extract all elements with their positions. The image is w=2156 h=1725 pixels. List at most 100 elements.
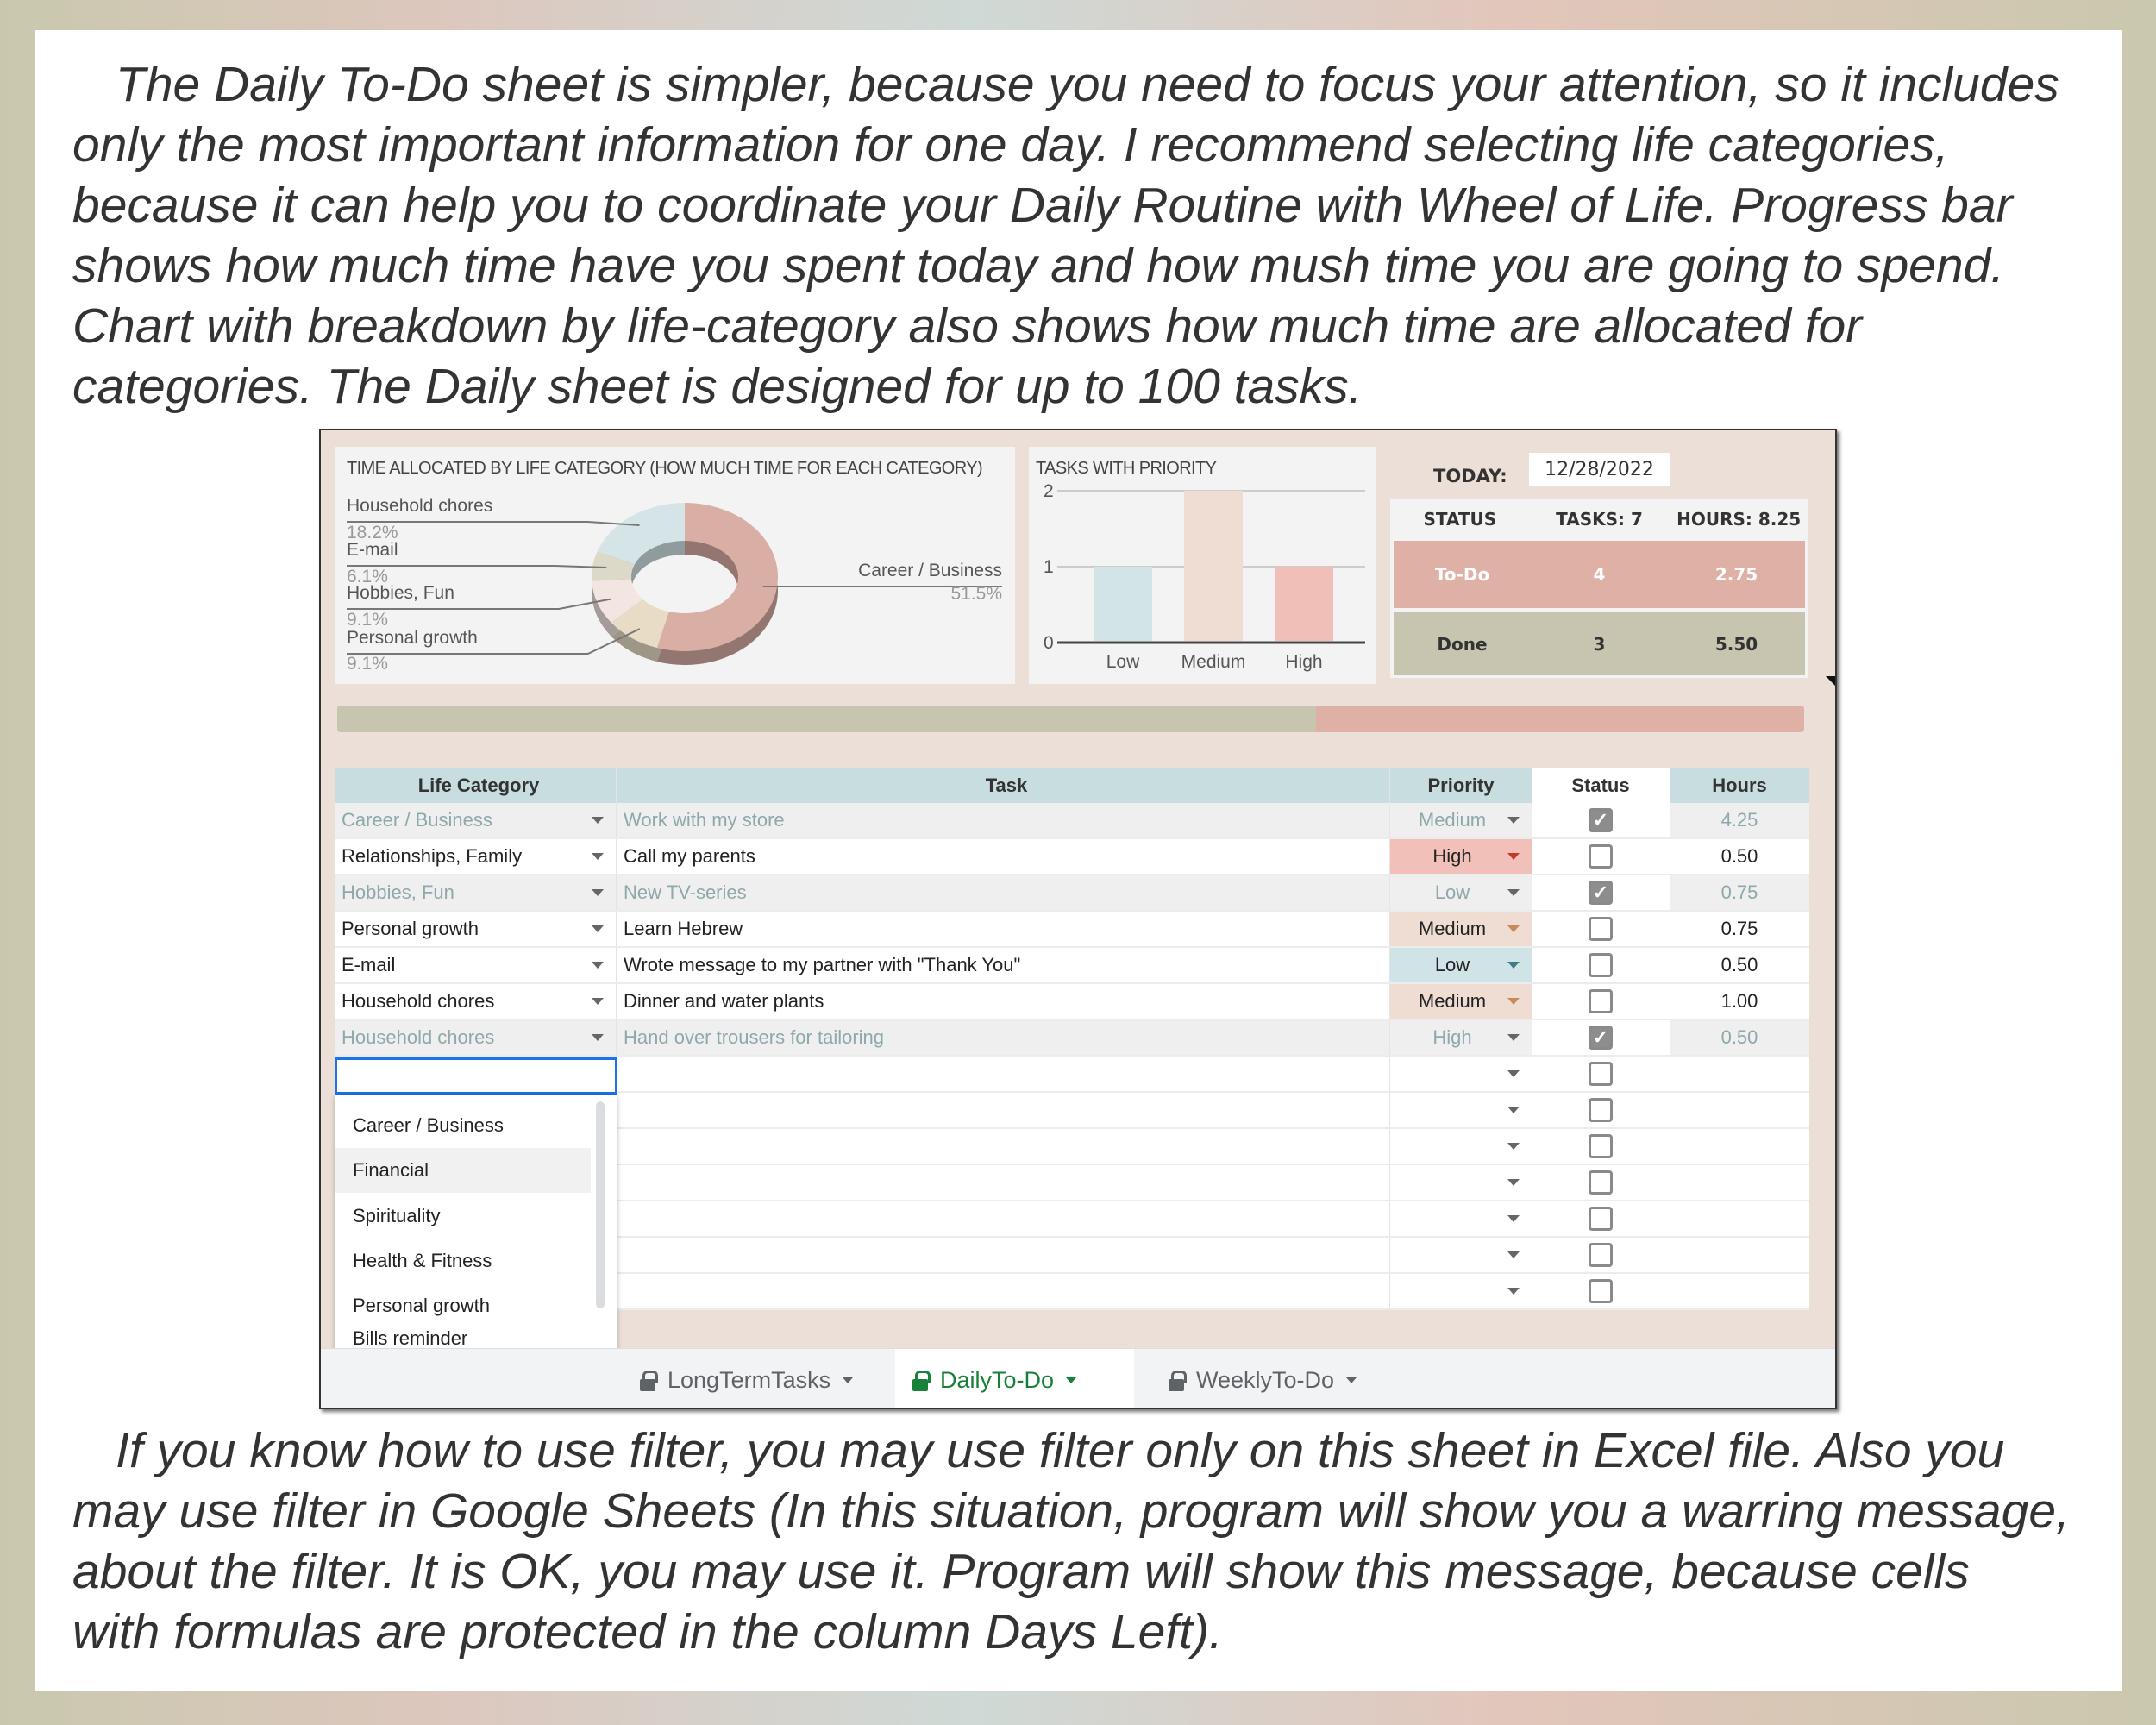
hours-cell[interactable]: [1670, 1274, 1809, 1308]
task-cell[interactable]: New TV-series: [617, 875, 1390, 910]
tab-menu-arrow-icon[interactable]: [843, 1377, 854, 1383]
status-checkbox[interactable]: [1589, 917, 1613, 941]
tab-menu-arrow-icon[interactable]: [1346, 1377, 1357, 1383]
dropdown-arrow-icon[interactable]: [592, 817, 604, 824]
column-header[interactable]: Life Category: [335, 768, 617, 803]
hours-cell[interactable]: 0.50: [1670, 839, 1809, 874]
status-checkbox[interactable]: [1589, 989, 1613, 1013]
column-header[interactable]: Priority: [1390, 768, 1532, 803]
dropdown-arrow-icon[interactable]: [1507, 1179, 1520, 1186]
status-checkbox[interactable]: [1589, 1098, 1613, 1122]
task-cell[interactable]: [617, 1057, 1390, 1091]
status-checkbox[interactable]: [1589, 953, 1613, 977]
category-cell[interactable]: Relationships, Family: [335, 839, 617, 874]
hours-cell[interactable]: [1670, 1238, 1809, 1272]
dropdown-scrollbar[interactable]: [596, 1101, 605, 1308]
category-cell[interactable]: Personal growth: [335, 912, 617, 946]
task-cell[interactable]: [617, 1201, 1390, 1236]
dropdown-arrow-icon[interactable]: [1507, 1143, 1520, 1150]
task-cell[interactable]: [617, 1274, 1390, 1308]
category-cell[interactable]: Hobbies, Fun: [335, 875, 617, 910]
column-header[interactable]: Task: [617, 768, 1390, 803]
status-checkbox[interactable]: ✓: [1589, 808, 1613, 832]
dropdown-arrow-icon[interactable]: [1507, 962, 1520, 969]
priority-cell[interactable]: Medium: [1390, 984, 1532, 1019]
task-cell[interactable]: [617, 1129, 1390, 1164]
dropdown-arrow-icon[interactable]: [1507, 1070, 1520, 1077]
hours-cell[interactable]: [1670, 1093, 1809, 1127]
hours-cell[interactable]: [1670, 1201, 1809, 1236]
priority-cell[interactable]: Low: [1390, 875, 1532, 910]
priority-cell[interactable]: [1390, 1129, 1532, 1164]
priority-cell[interactable]: Medium: [1390, 912, 1532, 946]
sheet-tab-longtermtasks[interactable]: LongTermTasks: [623, 1349, 881, 1408]
status-checkbox[interactable]: [1589, 1279, 1613, 1303]
dropdown-arrow-icon[interactable]: [592, 998, 604, 1005]
dropdown-arrow-icon[interactable]: [1507, 1288, 1520, 1295]
sheet-tab-dailyto-do[interactable]: DailyTo-Do: [895, 1349, 1134, 1408]
dropdown-option[interactable]: Financial: [335, 1148, 591, 1193]
task-cell[interactable]: Hand over trousers for tailoring: [617, 1020, 1390, 1055]
hours-cell[interactable]: 4.25: [1670, 803, 1809, 837]
dropdown-arrow-icon[interactable]: [1507, 817, 1520, 824]
task-cell[interactable]: Call my parents: [617, 839, 1390, 874]
category-cell[interactable]: Household chores: [335, 1020, 617, 1055]
hours-cell[interactable]: 0.75: [1670, 875, 1809, 910]
hours-cell[interactable]: 0.50: [1670, 948, 1809, 982]
category-cell[interactable]: E-mail: [335, 948, 617, 982]
sheet-tab-weeklyto-do[interactable]: WeeklyTo-Do: [1151, 1349, 1404, 1408]
priority-cell[interactable]: High: [1390, 839, 1532, 874]
priority-cell[interactable]: [1390, 1274, 1532, 1308]
hours-cell[interactable]: 0.50: [1670, 1020, 1809, 1055]
hours-cell[interactable]: [1670, 1129, 1809, 1164]
hours-cell[interactable]: 1.00: [1670, 984, 1809, 1019]
task-cell[interactable]: Work with my store: [617, 803, 1390, 837]
dropdown-arrow-icon[interactable]: [1507, 925, 1520, 932]
status-checkbox[interactable]: ✓: [1589, 1026, 1613, 1050]
dropdown-option[interactable]: Career / Business: [335, 1103, 591, 1148]
dropdown-option[interactable]: Spirituality: [335, 1194, 591, 1239]
priority-cell[interactable]: [1390, 1201, 1532, 1236]
dropdown-arrow-icon[interactable]: [1507, 998, 1520, 1005]
column-header[interactable]: Status: [1532, 768, 1670, 803]
status-checkbox[interactable]: [1589, 1134, 1613, 1158]
dropdown-arrow-icon[interactable]: [592, 1034, 604, 1041]
task-cell[interactable]: [617, 1238, 1390, 1272]
priority-cell[interactable]: [1390, 1093, 1532, 1127]
dropdown-arrow-icon[interactable]: [1507, 1107, 1520, 1113]
tab-menu-arrow-icon[interactable]: [1066, 1377, 1077, 1383]
status-checkbox[interactable]: [1589, 1243, 1613, 1267]
category-cell[interactable]: Career / Business: [335, 803, 617, 837]
priority-cell[interactable]: [1390, 1165, 1532, 1200]
dropdown-arrow-icon[interactable]: [592, 925, 604, 932]
hours-cell[interactable]: [1670, 1165, 1809, 1200]
priority-cell[interactable]: Medium: [1390, 803, 1532, 837]
dropdown-arrow-icon[interactable]: [1507, 1034, 1520, 1041]
dropdown-arrow-icon[interactable]: [592, 889, 604, 896]
category-cell[interactable]: Household chores: [335, 984, 617, 1019]
status-checkbox[interactable]: ✓: [1589, 881, 1613, 905]
status-checkbox[interactable]: [1589, 1207, 1613, 1231]
dropdown-arrow-icon[interactable]: [1507, 853, 1520, 860]
hours-cell[interactable]: 0.75: [1670, 912, 1809, 946]
priority-cell[interactable]: Low: [1390, 948, 1532, 982]
task-cell[interactable]: Dinner and water plants: [617, 984, 1390, 1019]
dropdown-arrow-icon[interactable]: [592, 853, 604, 860]
dropdown-arrow-icon[interactable]: [1507, 1251, 1520, 1258]
dropdown-arrow-icon[interactable]: [1507, 1215, 1520, 1222]
priority-cell[interactable]: [1390, 1057, 1532, 1091]
category-cell-editor[interactable]: [335, 1057, 617, 1095]
hours-cell[interactable]: [1670, 1057, 1809, 1091]
status-checkbox[interactable]: [1589, 1062, 1613, 1086]
task-cell[interactable]: Wrote message to my partner with "Thank …: [617, 948, 1390, 982]
task-cell[interactable]: Learn Hebrew: [617, 912, 1390, 946]
priority-cell[interactable]: [1390, 1238, 1532, 1272]
status-checkbox[interactable]: [1589, 1170, 1613, 1195]
task-cell[interactable]: [617, 1165, 1390, 1200]
task-cell[interactable]: [617, 1093, 1390, 1127]
dropdown-arrow-icon[interactable]: [1507, 889, 1520, 896]
status-checkbox[interactable]: [1589, 844, 1613, 869]
dropdown-arrow-icon[interactable]: [592, 962, 604, 969]
dropdown-option[interactable]: Health & Fitness: [335, 1239, 591, 1283]
priority-cell[interactable]: High: [1390, 1020, 1532, 1055]
